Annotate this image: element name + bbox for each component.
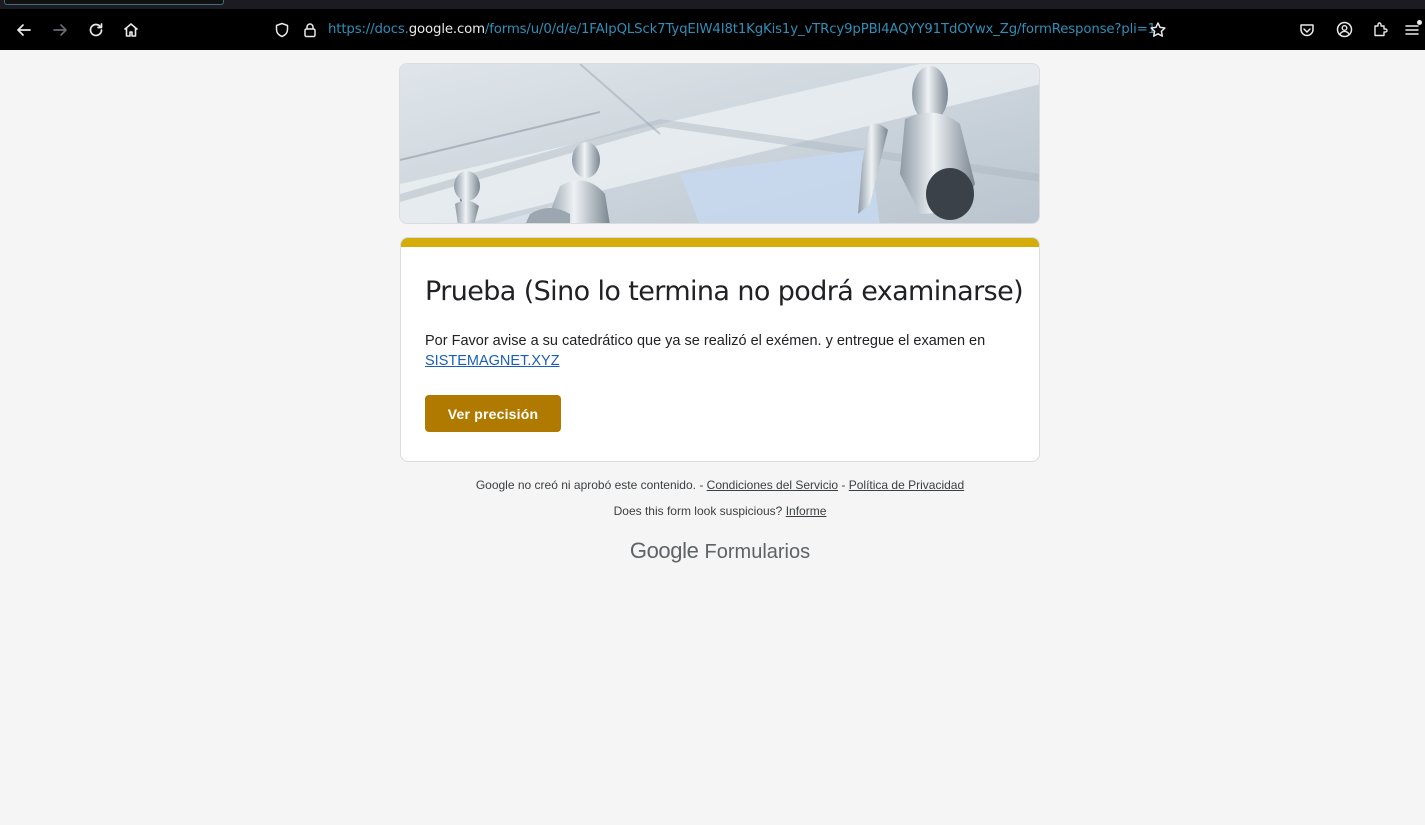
confirmation-message: Por Favor avise a su catedrático que ya …: [425, 331, 1015, 371]
footer-separator: -: [841, 478, 846, 492]
report-link[interactable]: Informe: [786, 504, 827, 518]
shield-icon[interactable]: [267, 9, 297, 50]
confirmation-text: Por Favor avise a su catedrático que ya …: [425, 333, 986, 349]
forward-arrow-icon[interactable]: [45, 9, 75, 50]
brand-forms: Formularios: [704, 541, 811, 563]
menu-notification-dot: [1417, 20, 1422, 25]
menu-icon[interactable]: [1402, 9, 1422, 50]
confirmation-link[interactable]: SISTEMAGNET.XYZ: [425, 353, 560, 369]
privacy-link[interactable]: Política de Privacidad: [849, 478, 964, 492]
reload-icon[interactable]: [81, 9, 111, 50]
active-tab[interactable]: [4, 0, 224, 5]
tab-strip: [0, 0, 1425, 9]
pocket-icon[interactable]: [1292, 9, 1322, 50]
form-title: Prueba (Sino lo termina no podrá examina…: [425, 276, 1024, 307]
url-prefix: https://docs.: [328, 22, 409, 37]
url-domain: google.com: [408, 22, 485, 37]
footer-report: Does this form look suspicious? Informe: [400, 504, 1040, 518]
card-accent-bar: [401, 238, 1039, 247]
terms-link[interactable]: Condiciones del Servicio: [707, 478, 838, 492]
footer-disclaimer: Google no creó ni aprobó este contenido.…: [400, 478, 1040, 492]
home-icon[interactable]: [116, 9, 146, 50]
back-arrow-icon[interactable]: [9, 9, 39, 50]
url-bar[interactable]: https://docs.google.com/forms/u/0/d/e/1F…: [328, 9, 1156, 50]
extensions-icon[interactable]: [1365, 9, 1395, 50]
view-score-button[interactable]: Ver precisión: [425, 395, 561, 432]
form-header-image: [399, 63, 1040, 224]
confirmation-card: Prueba (Sino lo termina no podrá examina…: [400, 237, 1040, 462]
lock-icon[interactable]: [295, 9, 325, 50]
suspicious-text: Does this form look suspicious?: [613, 504, 783, 518]
brand-google: Google: [629, 538, 699, 563]
account-icon[interactable]: [1329, 9, 1359, 50]
google-forms-logo[interactable]: Google Formularios: [400, 538, 1040, 564]
disclaimer-text: Google no creó ni aprobó este contenido.…: [475, 478, 704, 492]
browser-toolbar: https://docs.google.com/forms/u/0/d/e/1F…: [0, 9, 1425, 50]
star-icon[interactable]: [1143, 9, 1173, 50]
url-path: /forms/u/0/d/e/1FAIpQLSck7TyqEIW4I8t1KgK…: [484, 22, 1156, 37]
